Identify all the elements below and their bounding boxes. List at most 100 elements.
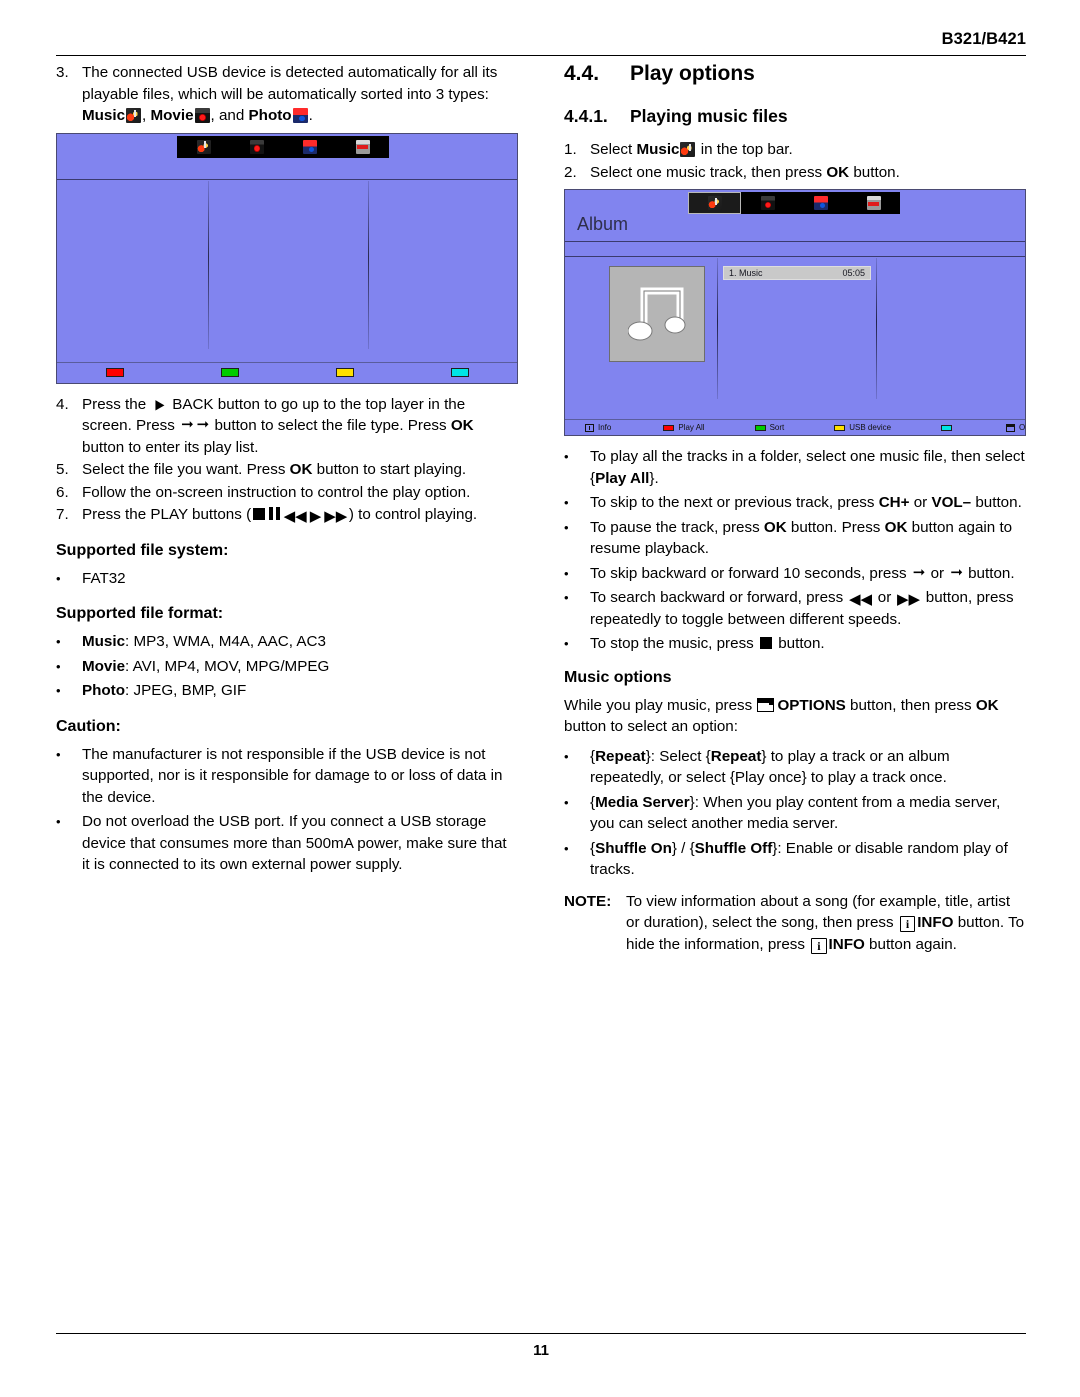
file-format-item-music: • Music: MP3, WMA, M4A, AAC, AC3 <box>56 631 518 653</box>
topbar-tab-photo[interactable] <box>794 192 847 214</box>
topbar-tab-folder[interactable] <box>336 136 389 158</box>
tip-3-b1: OK <box>763 518 787 536</box>
status-item-info[interactable]: Info <box>585 423 611 432</box>
music-step-2: 2. Select one music track, then press OK… <box>564 162 1026 184</box>
topbar-tab-photo[interactable] <box>283 136 336 158</box>
step-6: 6. Follow the on-screen instruction to c… <box>56 482 518 504</box>
fast-forward-icon: ▶▶ <box>324 508 348 525</box>
left-arrow-icon: ➞ <box>912 563 926 581</box>
bullet-icon: • <box>564 519 569 535</box>
step-3-sep1: , <box>142 107 151 124</box>
option-1-p2: }: Select { <box>645 747 711 765</box>
status-item-sort-label: Sort <box>769 423 785 432</box>
step-5: 5. Select the file you want. Press OK bu… <box>56 459 518 481</box>
file-format-photo-value: : JPEG, BMP, GIF <box>125 682 247 699</box>
play-icon: ▶ <box>309 508 322 525</box>
file-system-item-text: FAT32 <box>82 569 126 587</box>
folder-icon <box>866 196 881 210</box>
caution-item-2-text: Do not overload the USB port. If you con… <box>82 813 507 873</box>
album-divider-2 <box>565 256 1025 257</box>
info-icon: i <box>811 937 827 954</box>
color-key-slot-green[interactable] <box>172 368 287 377</box>
color-key-slot-red[interactable] <box>57 368 172 377</box>
step-4-number: 4. <box>56 395 69 413</box>
section-title: Play options <box>630 62 755 85</box>
track-duration: 05:05 <box>842 268 865 278</box>
music-icon <box>196 139 211 154</box>
rewind-icon: ◀◀ <box>283 508 307 525</box>
music-step-2-p2: button. <box>849 163 900 181</box>
info-icon: i <box>899 916 916 932</box>
page-header: B321/B421 <box>56 30 1026 56</box>
folder-icon <box>355 139 370 154</box>
status-item-options-label: Options <box>1019 423 1026 432</box>
usb-browser-column-divider-2 <box>368 180 369 349</box>
document-page: B321/B421 3. The connected USB device is… <box>0 0 1080 1397</box>
tip-stop: • To stop the music, press button. <box>564 633 1026 655</box>
photo-icon <box>292 108 308 123</box>
caution-item-1: • The manufacturer is not responsible if… <box>56 744 518 809</box>
page-footer: 11 <box>56 1333 1026 1359</box>
music-options-intro-p1: While you play music, press <box>564 696 757 714</box>
tip-skip-track-text: To skip to the next or previous track, p… <box>590 492 1026 514</box>
topbar-tab-music[interactable] <box>688 192 741 214</box>
step-5-ok: OK <box>289 461 313 478</box>
status-item-cyan[interactable] <box>941 424 956 431</box>
option-2-b1: Media Server <box>595 793 690 811</box>
step-5-p2: button to start playing. <box>312 461 467 478</box>
option-shuffle-text: {Shuffle On} / {Shuffle Off}: Enable or … <box>590 838 1026 881</box>
file-format-movie-text: Movie: AVI, MP4, MOV, MPG/MPEG <box>82 656 518 678</box>
status-item-play-all[interactable]: Play All <box>663 423 705 432</box>
album-track-list: 1. Music 05:05 <box>723 266 871 280</box>
status-item-usb-device[interactable]: USB device <box>834 423 891 432</box>
step-4-text: Press the ⯈ BACK button to go up to the … <box>82 394 518 459</box>
step-4: 4. Press the ⯈ BACK button to go up to t… <box>56 394 518 459</box>
usb-browser-color-key-bar <box>57 363 517 383</box>
file-format-photo-label: Photo <box>82 682 126 699</box>
topbar-tab-movie[interactable] <box>230 136 283 158</box>
option-3-p2: } / { <box>671 839 695 857</box>
topbar-tab-music[interactable] <box>177 136 230 158</box>
tip-2-b1: CH+ <box>878 494 910 511</box>
left-column: 3. The connected USB device is detected … <box>56 62 518 955</box>
music-step-2-number: 2. <box>564 163 577 181</box>
option-repeat: • {Repeat}: Select {Repeat} to play a tr… <box>564 746 1026 789</box>
step-3-end: . <box>308 107 313 124</box>
color-key-slot-cyan[interactable] <box>402 368 517 377</box>
topbar-tab-movie[interactable] <box>741 192 794 214</box>
music-options-intro-ok: OK <box>975 696 999 714</box>
file-format-movie-label: Movie <box>82 657 126 675</box>
color-key-slot-yellow[interactable] <box>287 368 402 377</box>
color-key-green-icon <box>220 368 239 377</box>
tip-skip-track: • To skip to the next or previous track,… <box>564 492 1026 514</box>
pause-icon <box>269 507 281 523</box>
caution-item-1-text: The manufacturer is not responsible if t… <box>82 745 503 806</box>
status-item-options[interactable]: Options <box>1006 423 1026 432</box>
step-7: 7. Press the PLAY buttons (◀◀ ▶ ▶▶) to con… <box>56 504 518 526</box>
subsection-title: Playing music files <box>630 106 788 126</box>
option-media-server-text: {Media Server}: When you play content fr… <box>590 792 1026 835</box>
file-system-heading: Supported file system: <box>56 541 229 559</box>
bullet-icon: • <box>56 683 61 698</box>
topbar-tab-folder[interactable] <box>847 192 900 214</box>
stop-icon <box>759 637 772 649</box>
back-arrow-icon: ⯈ <box>152 396 166 416</box>
track-row[interactable]: 1. Music 05:05 <box>723 266 871 280</box>
status-item-info-label: Info <box>598 423 612 432</box>
status-item-sort[interactable]: Sort <box>754 423 785 432</box>
file-format-item-photo: • Photo: JPEG, BMP, GIF <box>56 680 518 702</box>
tip-6-p1: To stop the music, press <box>590 635 758 652</box>
step-5-p1: Select the file you want. Press <box>82 461 290 478</box>
bullet-icon: • <box>56 570 61 586</box>
tip-stop-text: To stop the music, press button. <box>590 633 1026 655</box>
music-step-1-text: Select Music in the top bar. <box>590 139 1026 161</box>
option-3-b1: Shuffle On <box>595 839 672 857</box>
usb-browser-header-divider <box>57 178 517 180</box>
color-key-red-icon <box>663 424 675 431</box>
page-number: 11 <box>533 1342 549 1359</box>
file-format-music-label: Music <box>82 633 126 650</box>
right-arrow-icon: ➞ <box>950 563 963 581</box>
step-3-photo-label: Photo <box>248 107 292 124</box>
album-art-placeholder <box>609 266 705 362</box>
step-3-sep2: , and <box>210 107 249 124</box>
